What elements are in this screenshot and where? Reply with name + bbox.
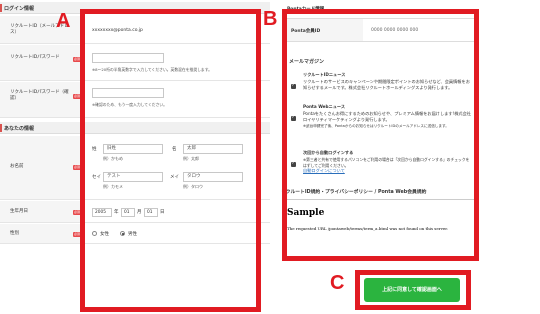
- birthday-label: 生年月日: [10, 209, 28, 214]
- gender-label: 性別: [10, 231, 19, 236]
- password-label: リクルートIDパスワード: [10, 55, 60, 60]
- highlight-box-b: [282, 9, 479, 261]
- annotation-a: A: [56, 10, 71, 32]
- name-label: お名前: [10, 164, 24, 169]
- highlight-box-c: [355, 270, 471, 310]
- annotation-c: C: [330, 272, 345, 294]
- password-confirm-label: リクルートIDパスワード（確認）: [10, 90, 69, 101]
- annotation-b: B: [263, 8, 278, 30]
- highlight-box-a: [80, 9, 261, 312]
